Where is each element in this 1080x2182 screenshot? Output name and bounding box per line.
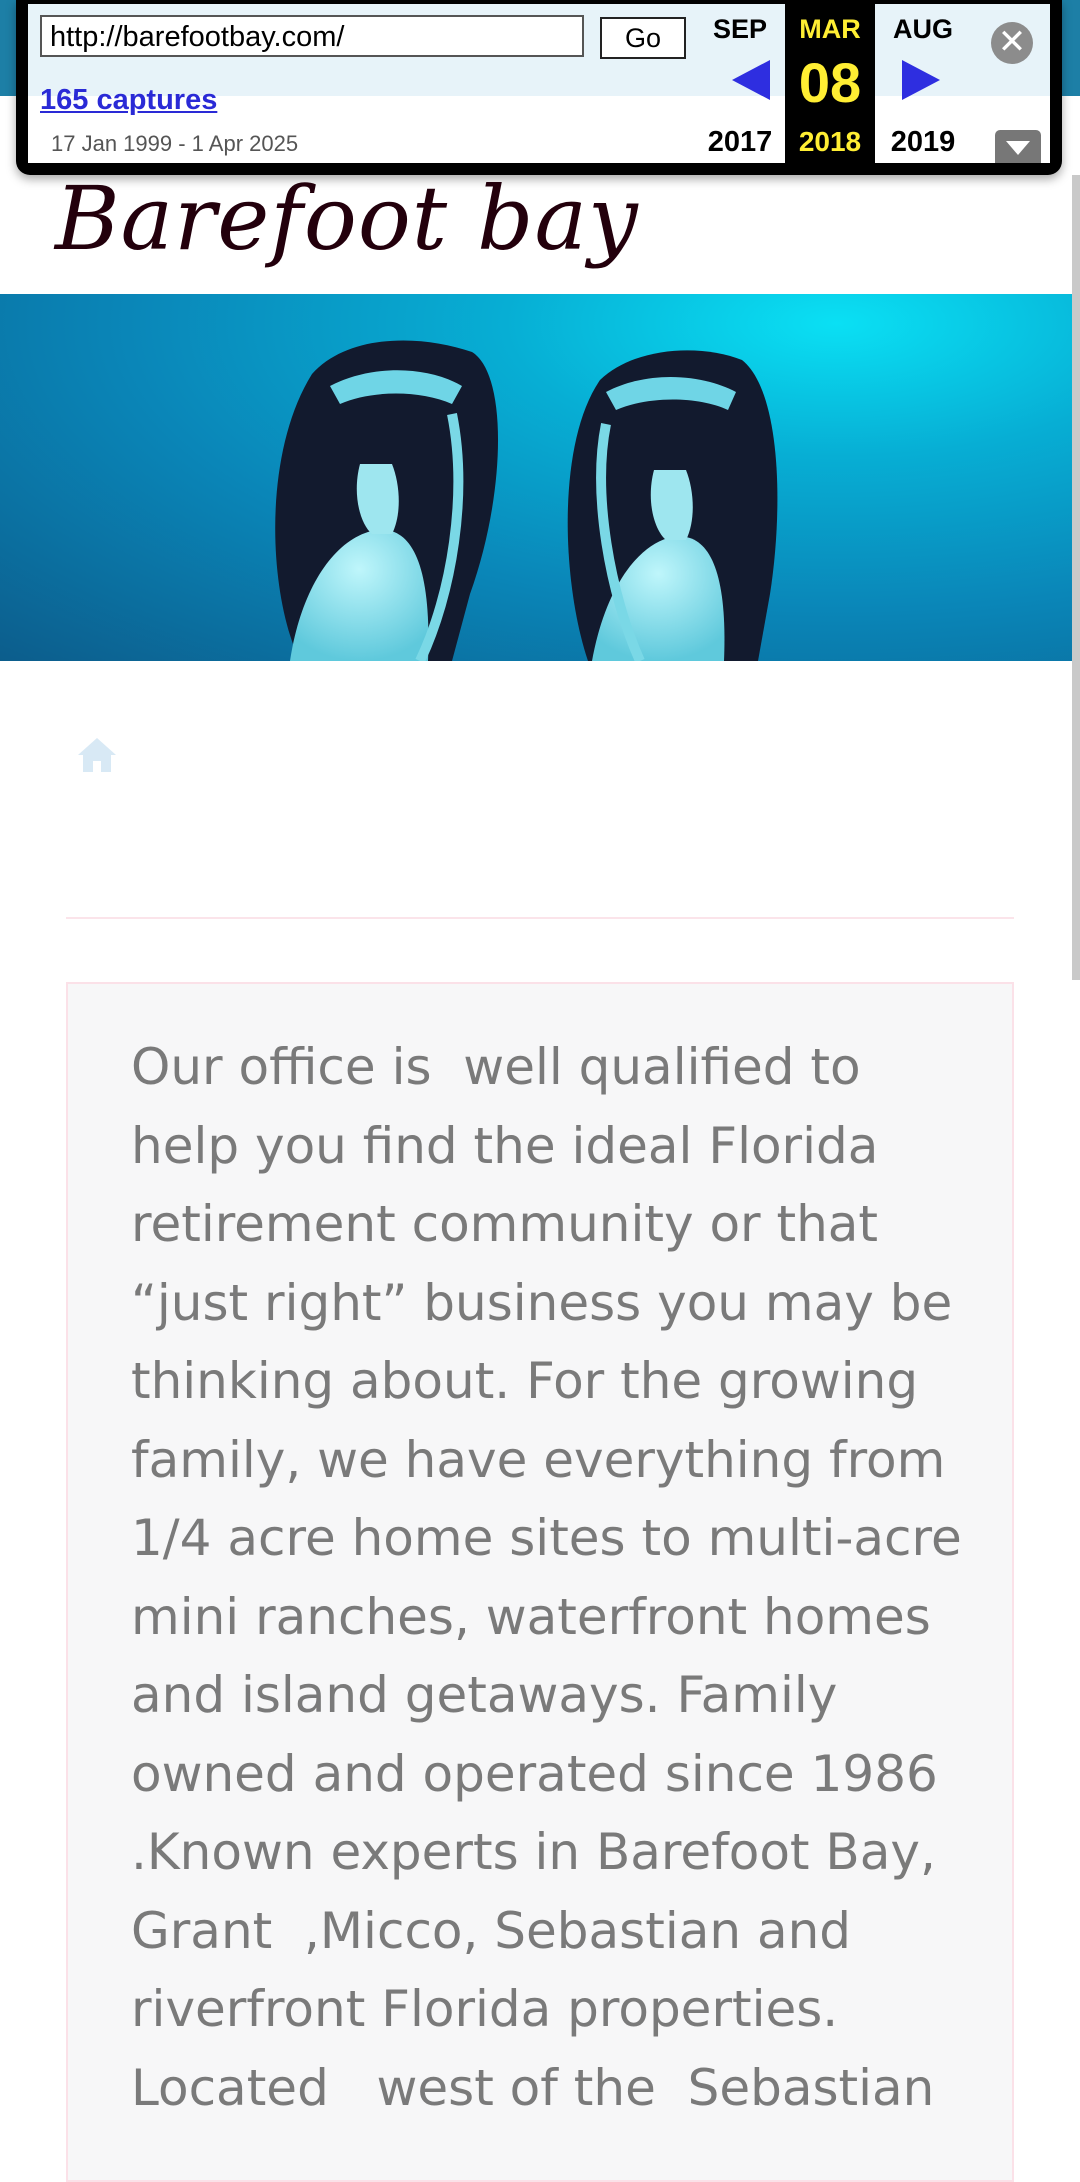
current-day-label: 08: [798, 51, 862, 114]
page-scrollbar[interactable]: [1072, 175, 1080, 980]
prev-capture-arrow-icon[interactable]: [732, 60, 770, 100]
go-button[interactable]: Go: [600, 17, 686, 59]
current-month-label: MAR: [799, 14, 861, 44]
url-input[interactable]: http://barefootbay.com/: [40, 15, 584, 57]
intro-paragraph: Our office is well qualified to help you…: [131, 1038, 978, 2117]
snorkel-fins-illustration: [275, 340, 778, 661]
captures-link[interactable]: 165 captures: [40, 84, 217, 117]
hero-image: [0, 294, 1072, 661]
wayback-panel: http://barefootbay.com/ Go 165 captures …: [28, 4, 1050, 163]
wayback-toolbar: http://barefootbay.com/ Go 165 captures …: [16, 0, 1062, 175]
home-icon[interactable]: [76, 736, 118, 774]
next-month-label[interactable]: AUG: [878, 14, 968, 45]
site-title[interactable]: Barefoot bay: [55, 167, 639, 270]
close-icon[interactable]: ✕: [991, 22, 1033, 64]
capture-date-range: 17 Jan 1999 - 1 Apr 2025: [51, 131, 299, 156]
prev-month-label[interactable]: SEP: [696, 14, 784, 45]
content-box: Our office is well qualified to help you…: [66, 982, 1014, 2182]
current-capture-date: MAR 08 2018: [785, 4, 875, 163]
next-capture-arrow-icon[interactable]: [902, 60, 940, 100]
current-year-label: 2018: [798, 126, 862, 157]
prev-year-label[interactable]: 2017: [696, 126, 784, 159]
next-year-label[interactable]: 2019: [878, 126, 968, 159]
chevron-down-icon[interactable]: [995, 130, 1041, 163]
section-divider: [66, 917, 1014, 919]
